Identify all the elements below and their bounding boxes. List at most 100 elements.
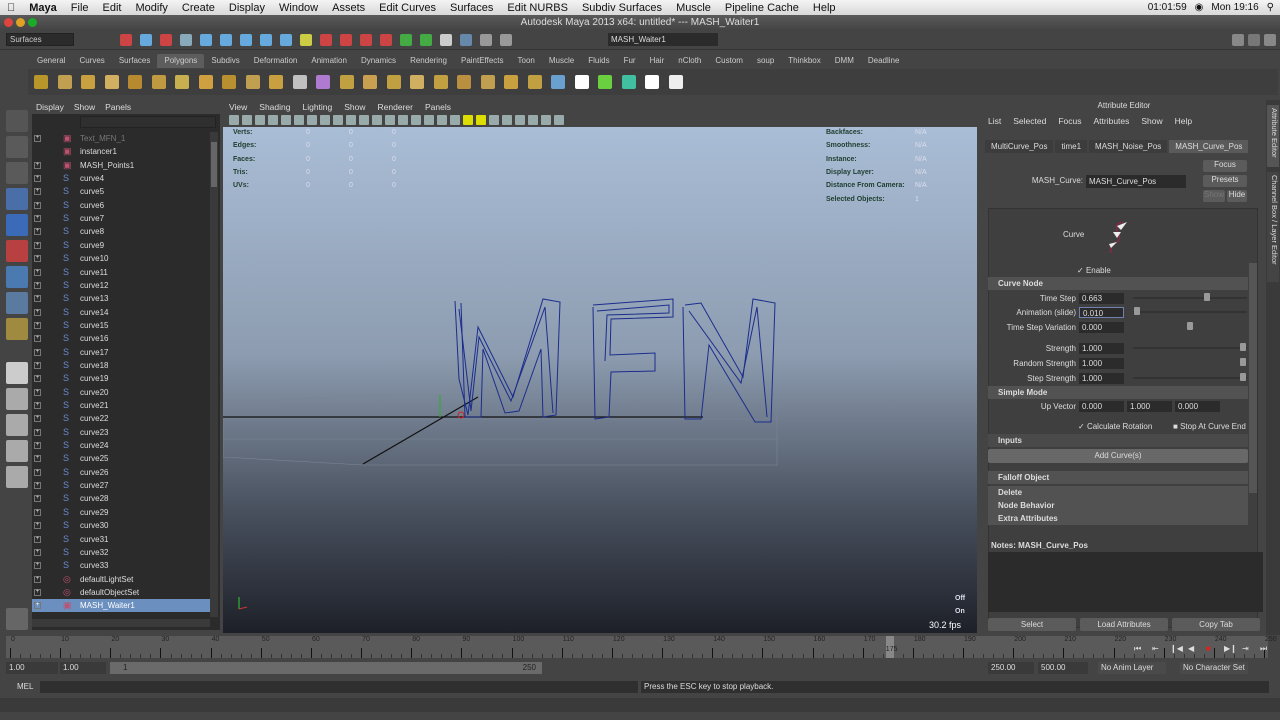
last-tool-icon[interactable] [6,318,28,340]
outliner-item[interactable]: + Scurve20 [32,386,210,399]
outliner-item[interactable]: + Scurve22 [32,412,210,425]
outliner-hscrollbar[interactable] [32,619,210,627]
up-vector-z[interactable]: 0.000 [1175,401,1220,412]
menu-edit-curves[interactable]: Edit Curves [379,2,436,14]
shelf-tool-icon[interactable] [621,75,636,89]
outliner-item[interactable]: + Scurve12 [32,279,210,292]
status-tool-icon[interactable] [280,34,292,46]
menu-modify[interactable]: Modify [135,2,167,14]
status-tool-icon[interactable] [360,34,372,46]
shelf-tool-icon[interactable] [245,75,260,89]
expand-icon[interactable]: + [34,201,41,209]
status-tool-icon[interactable] [320,34,332,46]
shelf-tool-icon[interactable] [574,75,589,89]
outliner-item[interactable]: + Scurve31 [32,533,210,546]
viewport-menu-renderer[interactable]: Renderer [378,102,413,112]
step-forward-frame-button[interactable]: ▶❙ [1224,644,1237,653]
shelf-tool-icon[interactable] [198,75,213,89]
outliner-item[interactable]: + Scurve7 [32,212,210,225]
shelf-tab-thinkbox[interactable]: Thinkbox [781,54,827,68]
expand-icon[interactable]: + [34,281,41,289]
outliner-item[interactable]: + ▣ Text_MFN_1 [32,132,210,145]
expand-icon[interactable]: + [34,402,41,409]
show-button[interactable]: Show [1203,190,1225,202]
expand-icon[interactable]: + [34,188,41,196]
section-delete[interactable]: Delete [988,486,1248,499]
status-tool-icon[interactable] [440,34,452,46]
expand-icon[interactable]: + [34,562,41,570]
animation-slide-slider-handle[interactable] [1134,307,1141,315]
character-set-dropdown[interactable]: No Character Set [1180,662,1248,674]
viewport-menu-view[interactable]: View [229,102,247,112]
menu-file[interactable]: File [71,2,89,14]
random-strength-slider-handle[interactable] [1240,358,1246,366]
section-inputs[interactable]: Inputs [988,434,1248,447]
expand-icon[interactable]: + [34,575,41,583]
command-input[interactable] [40,681,638,693]
outliner-menu-show[interactable]: Show [74,102,95,112]
shelf-tool-icon[interactable] [128,75,142,89]
status-tool-icon[interactable] [300,34,312,46]
expand-icon[interactable]: + [34,415,41,423]
menu-edit-nurbs[interactable]: Edit NURBS [507,2,568,14]
shelf-tool-icon[interactable] [457,75,471,89]
section-simple-mode[interactable]: Simple Mode [988,386,1248,399]
shelf-tab-surfaces[interactable]: Surfaces [112,54,158,68]
shelf-tool-icon[interactable] [386,75,401,89]
playback-start-field[interactable]: 1.00 [60,662,106,674]
viewport-menu-lighting[interactable]: Lighting [302,102,332,112]
outliner-item[interactable]: + Scurve13 [32,292,210,305]
shelf-tab-dynamics[interactable]: Dynamics [354,54,403,68]
shelf-tool-icon[interactable] [410,75,424,89]
ae-tab-time1[interactable]: time1 [1055,140,1088,153]
focus-button[interactable]: Focus [1203,160,1247,172]
menu-window[interactable]: Window [279,2,318,14]
expand-icon[interactable]: + [34,228,41,236]
shelf-tool-icon[interactable] [668,75,683,89]
shelf-tool-icon[interactable] [527,75,542,89]
shelf-tool-icon[interactable] [339,75,354,89]
strength-slider[interactable] [1133,347,1247,349]
random-strength-field[interactable]: 1.000 [1079,358,1124,369]
shelf-tab-general[interactable]: General [30,54,72,68]
step-strength-field[interactable]: 1.000 [1079,373,1124,384]
ae-menu-list[interactable]: List [988,116,1001,126]
playback-end-field[interactable]: 250.00 [988,662,1034,674]
wifi-icon[interactable]: ◉ [1195,2,1204,13]
status-tool-icon[interactable] [140,34,152,46]
shelf-tab-custom[interactable]: Custom [708,54,750,68]
shelf-tool-icon[interactable] [57,75,72,89]
expand-icon[interactable]: + [34,428,41,436]
menu-app[interactable]: Maya [29,2,57,14]
move-tool-icon[interactable] [6,188,28,210]
calculate-rotation-checkbox[interactable]: ✓ Calculate Rotation [1078,422,1152,431]
shelf-tab-soup[interactable]: soup [750,54,781,68]
shelf-tab-deformation[interactable]: Deformation [247,54,305,68]
expand-icon[interactable]: + [34,135,41,142]
menu-set-dropdown[interactable]: Surfaces [6,33,74,46]
expand-icon[interactable]: + [34,295,41,303]
status-tool-icon[interactable] [400,34,412,46]
status-tool-icon[interactable] [200,34,212,46]
range-slider[interactable]: 1 250 [110,662,542,674]
outliner-item[interactable]: + ◎ defaultLightSet [32,573,210,586]
outliner-menu-display[interactable]: Display [36,102,64,112]
outliner-menu-panels[interactable]: Panels [105,102,131,112]
section-extra-attributes[interactable]: Extra Attributes [988,512,1248,525]
viewport-tool-icon[interactable] [476,115,486,125]
viewport-tool-icon[interactable] [385,115,395,125]
rotate-tool-icon[interactable] [6,214,28,236]
expand-icon[interactable]: + [34,375,41,383]
expand-icon[interactable]: + [34,495,41,503]
shelf-tab-subdivs[interactable]: Subdivs [204,54,246,68]
expand-icon[interactable]: + [34,588,41,596]
outliner-item[interactable]: + Scurve15 [32,319,210,332]
expand-icon[interactable]: + [34,522,41,530]
go-start-button[interactable]: ⏮ [1134,644,1144,653]
viewport-canvas[interactable]: Verts: 0 0 0 Edges: 0 0 0 Faces: 0 0 0 Tris: 0 0 0 UVs: 0… [223,127,977,633]
panel-toggle-icon[interactable] [1232,34,1244,46]
manipulator-tool-icon[interactable] [6,266,28,288]
start-time-field[interactable]: 1.00 [6,662,58,674]
viewport-tool-icon[interactable] [541,115,551,125]
expand-icon[interactable]: + [34,455,41,463]
